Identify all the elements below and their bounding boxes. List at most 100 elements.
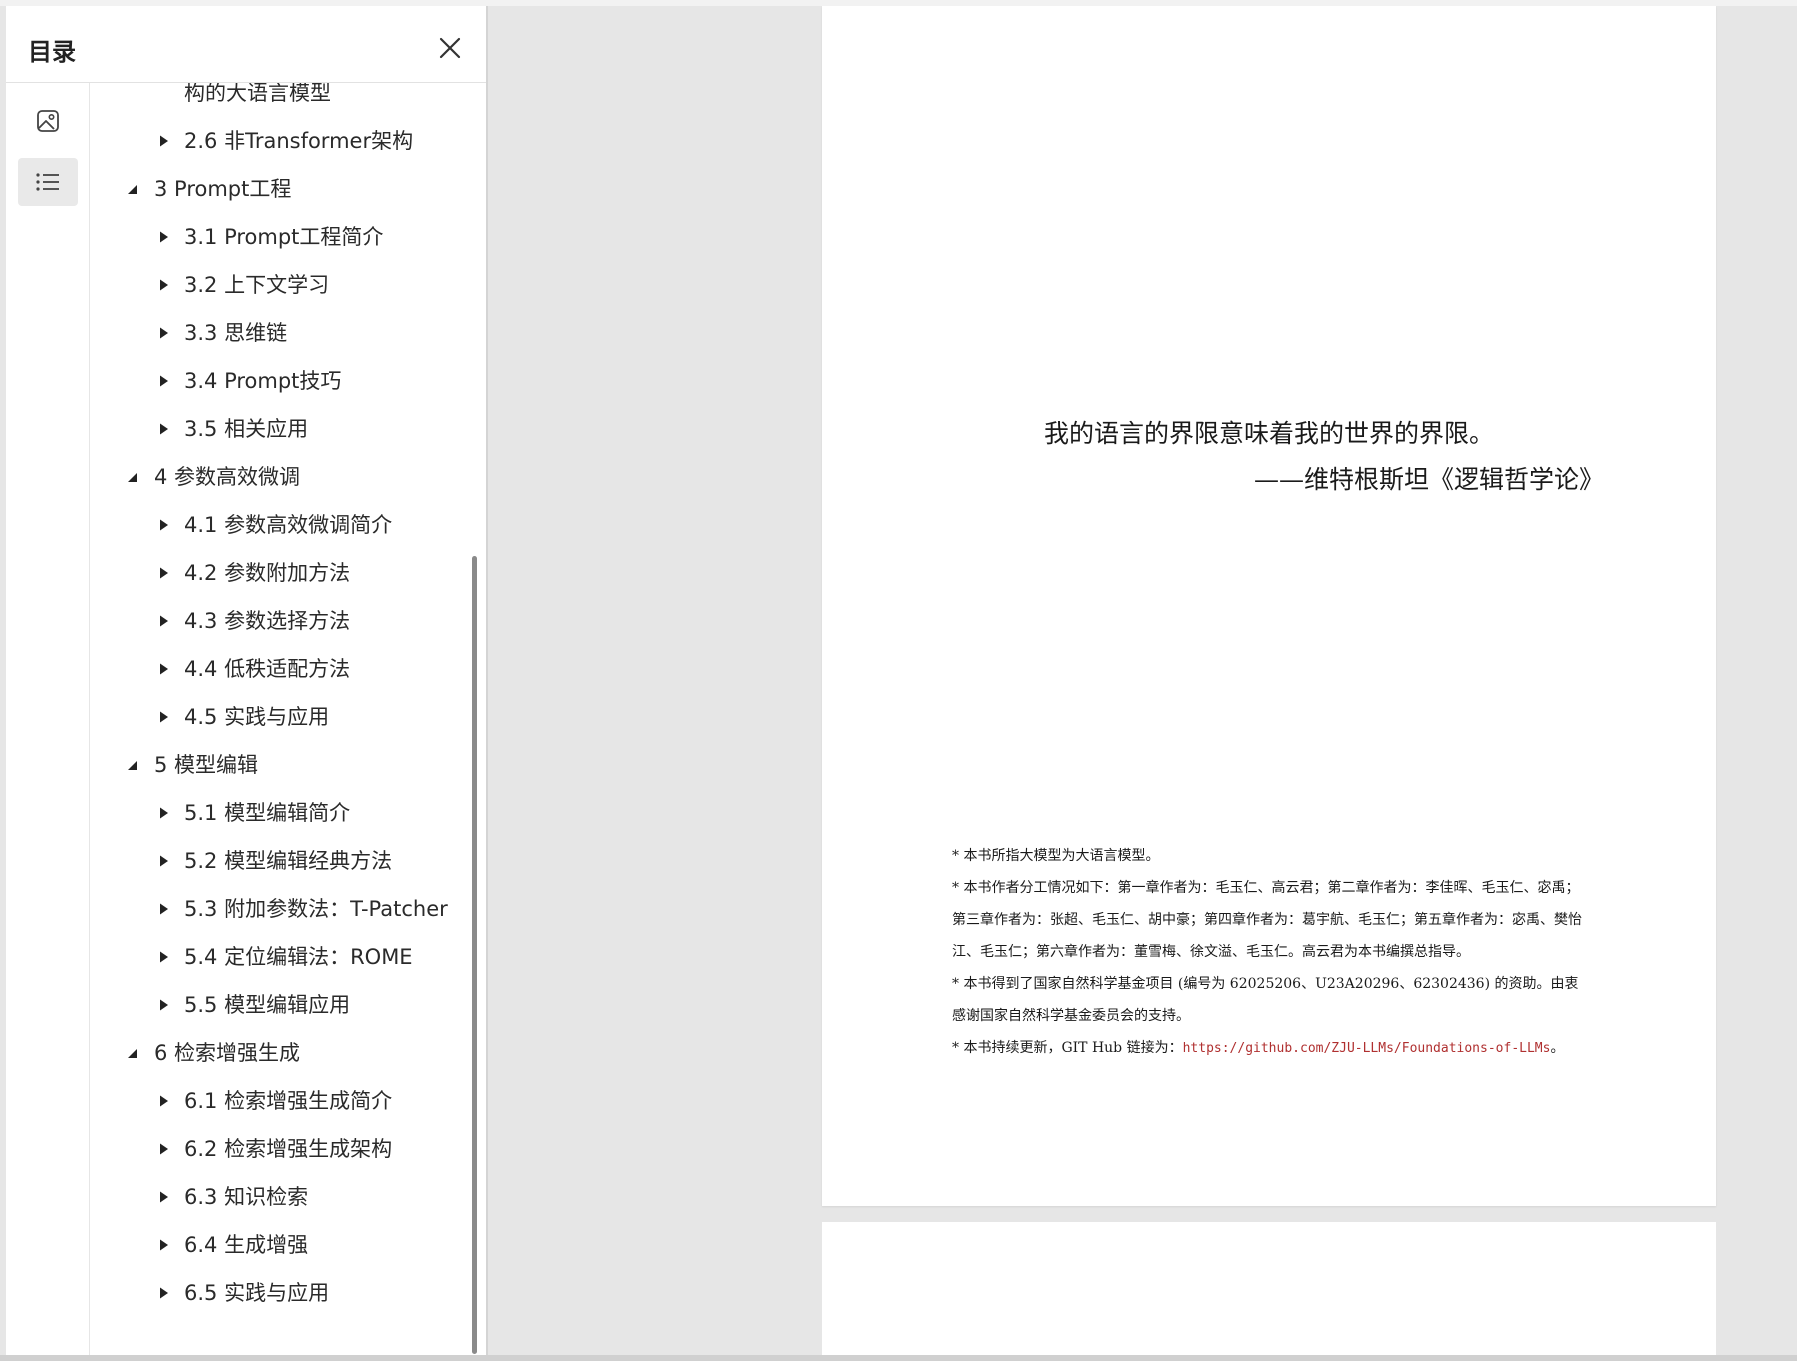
footnote: * 本书持续更新，GIT Hub 链接为：https://github.com/… [952,1032,1592,1065]
collapsed-triangle-icon[interactable] [154,414,174,444]
toc-section-item[interactable]: 5.2 模型编辑经典方法 [90,837,478,885]
toc-section-item[interactable]: 2.6 非Transformer架构 [90,117,478,165]
toc-section-item[interactable]: 3.1 Prompt工程简介 [90,213,478,261]
collapsed-triangle-icon[interactable] [154,1182,174,1212]
toc-item-label: 6 检索增强生成 [154,1041,301,1065]
toc-list: 构的大语言模型 2.6 非Transformer架构 3 Prompt工程 3.1 P… [90,83,478,1317]
toc-section-item[interactable]: 构的大语言模型 [90,83,478,117]
toc-item-label: 4.2 参数附加方法 [184,561,351,585]
footnotes: * 本书所指大模型为大语言模型。 * 本书作者分工情况如下：第一章作者为：毛玉仁… [952,840,1592,1065]
toc-item-label: 6.1 检索增强生成简介 [184,1089,393,1113]
toc-scrollbar[interactable] [472,556,477,1354]
pdf-viewer-app: 目录 构的大语言模型 2.6 非Transformer架构 3 Prompt工程… [0,0,1797,1361]
toc-item-label: 5.3 附加参数法：T-Patcher [184,897,448,921]
toc-item-label: 6.4 生成增强 [184,1233,309,1257]
toc-section-item[interactable]: 5.4 定位编辑法：ROME [90,933,478,981]
toc-item-label: 6.2 检索增强生成架构 [184,1137,393,1161]
collapsed-triangle-icon[interactable] [154,270,174,300]
toc-section-item[interactable]: 4.1 参数高效微调简介 [90,501,478,549]
footnote-prefix: * 本书持续更新，GIT Hub 链接为： [952,1040,1183,1056]
collapsed-triangle-icon[interactable] [154,1134,174,1164]
toc-item-label: 5 模型编辑 [154,753,259,777]
collapsed-triangle-icon[interactable] [154,894,174,924]
collapsed-triangle-icon[interactable] [154,990,174,1020]
epigraph: 我的语言的界限意味着我的世界的界限。 ——维特根斯坦《逻辑哲学论》 [1044,414,1604,496]
toc-section-item[interactable]: 6.3 知识检索 [90,1173,478,1221]
window-bottom-edge [0,1355,1797,1361]
document-viewer[interactable]: 我的语言的界限意味着我的世界的界限。 ——维特根斯坦《逻辑哲学论》 * 本书所指… [488,6,1797,1355]
toc-item-label: 3.3 思维链 [184,321,288,345]
collapsed-triangle-icon[interactable] [154,222,174,252]
toc-item-label: 5.4 定位编辑法：ROME [184,945,413,969]
toc-chapter-item[interactable]: 5 模型编辑 [90,741,478,789]
toc-section-item[interactable]: 3.4 Prompt技巧 [90,357,478,405]
epigraph-attribution: ——维特根斯坦《逻辑哲学论》 [1253,465,1604,494]
thumbnails-view-button[interactable] [18,97,78,145]
collapsed-triangle-icon[interactable] [154,654,174,684]
toc-section-item[interactable]: 4.5 实践与应用 [90,693,478,741]
list-outline-icon [36,173,59,191]
toc-section-item[interactable]: 3.5 相关应用 [90,405,478,453]
toc-item-label: 3 Prompt工程 [154,177,292,201]
toc-item-label: 4.5 实践与应用 [184,705,330,729]
collapsed-triangle-icon[interactable] [154,510,174,540]
outline-sidebar: 目录 构的大语言模型 2.6 非Transformer架构 3 Prompt工程… [6,6,488,1355]
collapsed-triangle-icon[interactable] [154,702,174,732]
collapsed-triangle-icon[interactable] [154,1278,174,1308]
toc-section-item[interactable]: 6.1 检索增强生成简介 [90,1077,478,1125]
collapsed-triangle-icon[interactable] [154,1230,174,1260]
toc-chapter-item[interactable]: 4 参数高效微调 [90,453,478,501]
epigraph-quote: 我的语言的界限意味着我的世界的界限。 [1044,419,1495,448]
toc-item-label: 5.2 模型编辑经典方法 [184,849,393,873]
toc-item-label: 6.5 实践与应用 [184,1281,330,1305]
toc-section-item[interactable]: 4.2 参数附加方法 [90,549,478,597]
toc-section-item[interactable]: 3.2 上下文学习 [90,261,478,309]
expanded-triangle-icon[interactable] [122,750,142,780]
footnote: * 本书得到了国家自然科学基金项目 (编号为 62025206、U23A2029… [952,976,1579,1024]
collapsed-triangle-icon[interactable] [154,942,174,972]
toc-chapter-item[interactable]: 3 Prompt工程 [90,165,478,213]
toc-section-item[interactable]: 6.5 实践与应用 [90,1269,478,1317]
collapsed-triangle-icon[interactable] [154,1086,174,1116]
toc-section-item[interactable]: 4.3 参数选择方法 [90,597,478,645]
toc-item-label: 构的大语言模型 [184,83,331,105]
expanded-triangle-icon[interactable] [122,462,142,492]
collapsed-triangle-icon[interactable] [154,366,174,396]
toc-section-item[interactable]: 5.1 模型编辑简介 [90,789,478,837]
toc-item-label: 3.5 相关应用 [184,417,309,441]
collapsed-triangle-icon[interactable] [154,558,174,588]
close-icon [439,37,461,59]
toc-item-label: 4 参数高效微调 [154,465,301,489]
toc-item-label: 4.1 参数高效微调简介 [184,513,393,537]
sidebar-view-rail [6,83,90,1355]
toc-section-item[interactable]: 5.5 模型编辑应用 [90,981,478,1029]
expanded-triangle-icon[interactable] [122,174,142,204]
toc-section-item[interactable]: 5.3 附加参数法：T-Patcher [90,885,478,933]
footnote: * 本书所指大模型为大语言模型。 [952,848,1160,864]
toc-item-label: 6.3 知识检索 [184,1185,309,1209]
collapsed-triangle-icon[interactable] [154,846,174,876]
toc-section-item[interactable]: 3.3 思维链 [90,309,478,357]
toc-chapter-item[interactable]: 6 检索增强生成 [90,1029,478,1077]
next-pdf-page [822,1222,1716,1355]
toc-item-label: 5.5 模型编辑应用 [184,993,351,1017]
github-link[interactable]: https://github.com/ZJU-LLMs/Foundations-… [1183,1041,1551,1056]
toc-item-label: 4.3 参数选择方法 [184,609,351,633]
toc-item-label: 3.1 Prompt工程简介 [184,225,384,249]
sidebar-title: 目录 [28,38,76,66]
collapsed-triangle-icon[interactable] [154,318,174,348]
expanded-triangle-icon[interactable] [122,1038,142,1068]
footnote-suffix: 。 [1550,1040,1565,1056]
toc-section-item[interactable]: 4.4 低秩适配方法 [90,645,478,693]
collapsed-triangle-icon[interactable] [154,126,174,156]
close-sidebar-button[interactable] [432,30,468,66]
toc-section-item[interactable]: 6.2 检索增强生成架构 [90,1125,478,1173]
collapsed-triangle-icon[interactable] [154,606,174,636]
table-of-contents: 构的大语言模型 2.6 非Transformer架构 3 Prompt工程 3.1 P… [90,83,478,1355]
sidebar-header: 目录 [6,6,486,83]
toc-item-label: 3.2 上下文学习 [184,273,330,297]
toc-section-item[interactable]: 6.4 生成增强 [90,1221,478,1269]
toc-item-label: 4.4 低秩适配方法 [184,657,351,681]
outline-view-button[interactable] [18,158,78,206]
collapsed-triangle-icon[interactable] [154,798,174,828]
